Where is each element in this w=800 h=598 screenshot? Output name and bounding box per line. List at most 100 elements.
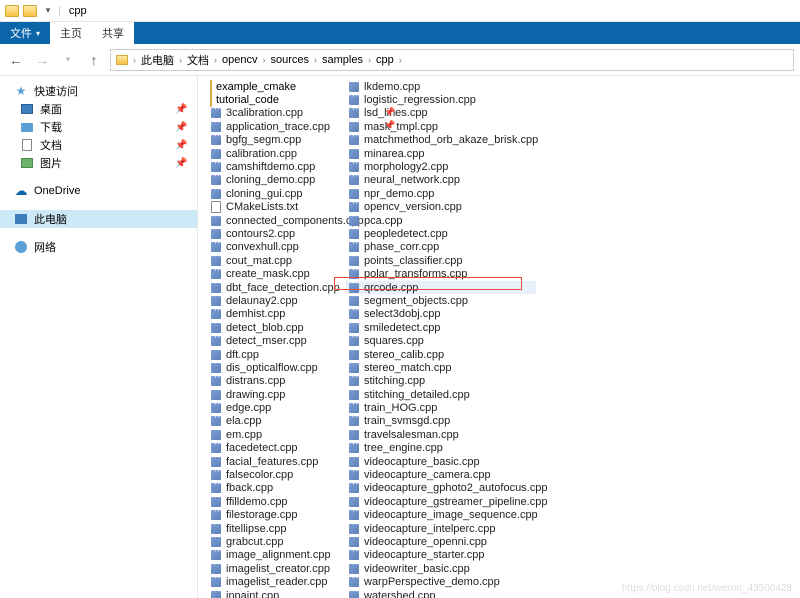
file-item[interactable]: detect_mser.cpp [208, 334, 338, 347]
recent-dropdown-icon[interactable]: ▾ [58, 50, 78, 70]
file-item[interactable]: stitching.cpp [346, 375, 536, 388]
file-item[interactable]: dbt_face_detection.cpp [208, 281, 338, 294]
file-item[interactable]: logistic_regression.cpp [346, 93, 536, 106]
file-item[interactable]: mask_tmpl.cpp [346, 120, 536, 133]
file-item[interactable]: filestorage.cpp [208, 509, 338, 522]
file-item[interactable]: cout_mat.cpp [208, 254, 338, 267]
file-item[interactable]: ela.cpp [208, 415, 338, 428]
file-item[interactable]: train_HOG.cpp [346, 401, 536, 414]
breadcrumb-segment[interactable]: cpp [373, 54, 397, 66]
file-item[interactable]: facial_features.cpp [208, 455, 338, 468]
breadcrumb-segment[interactable]: samples [319, 54, 366, 66]
sidebar-quick-item[interactable]: 图片📌 [0, 154, 197, 172]
file-item[interactable]: videocapture_gphoto2_autofocus.cpp [346, 482, 536, 495]
file-item[interactable]: camshiftdemo.cpp [208, 160, 338, 173]
file-item[interactable]: cloning_demo.cpp [208, 174, 338, 187]
file-item[interactable]: stereo_calib.cpp [346, 348, 536, 361]
tab-home[interactable]: 主页 [50, 22, 92, 44]
file-item[interactable]: example_cmake [208, 80, 338, 93]
file-item[interactable]: neural_network.cpp [346, 174, 536, 187]
sidebar-onedrive[interactable]: ☁OneDrive [0, 182, 197, 200]
file-item[interactable]: detect_blob.cpp [208, 321, 338, 334]
file-item[interactable]: peopledetect.cpp [346, 227, 536, 240]
file-item[interactable]: qrcode.cpp [346, 281, 536, 294]
file-item[interactable]: 3calibration.cpp [208, 107, 338, 120]
file-item[interactable]: videocapture_image_sequence.cpp [346, 509, 536, 522]
file-item[interactable]: travelsalesman.cpp [346, 428, 536, 441]
file-item[interactable]: videocapture_intelperc.cpp [346, 522, 536, 535]
file-item[interactable]: npr_demo.cpp [346, 187, 536, 200]
file-item[interactable]: points_classifier.cpp [346, 254, 536, 267]
file-item[interactable]: facedetect.cpp [208, 442, 338, 455]
sidebar-quick-item[interactable]: 文档📌 [0, 136, 197, 154]
sidebar-quick-access[interactable]: ★快速访问 [0, 82, 197, 100]
file-item[interactable]: smiledetect.cpp [346, 321, 536, 334]
file-item[interactable]: watershed.cpp [346, 589, 536, 598]
file-item[interactable]: lkdemo.cpp [346, 80, 536, 93]
forward-button[interactable]: → [32, 50, 52, 70]
file-item[interactable]: warpPerspective_demo.cpp [346, 575, 536, 588]
sidebar-quick-item[interactable]: 下载📌 [0, 118, 197, 136]
file-item[interactable]: ffilldemo.cpp [208, 495, 338, 508]
qat-dropdown-icon[interactable]: ▾ [40, 3, 56, 19]
file-item[interactable]: fback.cpp [208, 482, 338, 495]
file-item[interactable]: imagelist_creator.cpp [208, 562, 338, 575]
file-item[interactable]: delaunay2.cpp [208, 294, 338, 307]
file-item[interactable]: application_trace.cpp [208, 120, 338, 133]
file-item[interactable]: inpaint.cpp [208, 589, 338, 598]
file-item[interactable]: bgfg_segm.cpp [208, 134, 338, 147]
file-item[interactable]: phase_corr.cpp [346, 241, 536, 254]
sidebar-this-pc[interactable]: 此电脑 [0, 210, 197, 228]
breadcrumb-segment[interactable]: sources [267, 54, 312, 66]
file-item[interactable]: connected_components.cpp [208, 214, 338, 227]
file-item[interactable]: videocapture_basic.cpp [346, 455, 536, 468]
sidebar-quick-item[interactable]: 桌面📌 [0, 100, 197, 118]
file-item[interactable]: tree_engine.cpp [346, 442, 536, 455]
file-item[interactable]: pca.cpp [346, 214, 536, 227]
file-item[interactable]: CMakeLists.txt [208, 201, 338, 214]
file-item[interactable]: image_alignment.cpp [208, 549, 338, 562]
file-item[interactable]: videocapture_camera.cpp [346, 468, 536, 481]
file-item[interactable]: drawing.cpp [208, 388, 338, 401]
file-item[interactable]: train_svmsgd.cpp [346, 415, 536, 428]
file-item[interactable]: falsecolor.cpp [208, 468, 338, 481]
tab-file[interactable]: 文件▾ [0, 22, 50, 44]
file-item[interactable]: demhist.cpp [208, 308, 338, 321]
file-item[interactable]: videocapture_starter.cpp [346, 549, 536, 562]
file-item[interactable]: minarea.cpp [346, 147, 536, 160]
breadcrumb-segment[interactable]: opencv [219, 54, 260, 66]
file-item[interactable]: dft.cpp [208, 348, 338, 361]
file-item[interactable]: videocapture_gstreamer_pipeline.cpp [346, 495, 536, 508]
file-item[interactable]: distrans.cpp [208, 375, 338, 388]
address-bar[interactable]: › 此电脑›文档›opencv›sources›samples›cpp› [110, 49, 794, 71]
file-item[interactable]: videowriter_basic.cpp [346, 562, 536, 575]
file-item[interactable]: videocapture_openni.cpp [346, 535, 536, 548]
sidebar-network[interactable]: 网络 [0, 238, 197, 256]
file-item[interactable]: tutorial_code [208, 93, 338, 106]
up-button[interactable]: ↑ [84, 50, 104, 70]
tab-share[interactable]: 共享 [92, 22, 134, 44]
file-item[interactable]: squares.cpp [346, 334, 536, 347]
file-item[interactable]: create_mask.cpp [208, 267, 338, 280]
file-item[interactable]: polar_transforms.cpp [346, 267, 536, 280]
file-item[interactable]: edge.cpp [208, 401, 338, 414]
file-item[interactable]: dis_opticalflow.cpp [208, 361, 338, 374]
file-item[interactable]: matchmethod_orb_akaze_brisk.cpp [346, 134, 536, 147]
breadcrumb-segment[interactable]: 文档 [184, 52, 212, 68]
file-item[interactable]: contours2.cpp [208, 227, 338, 240]
file-item[interactable]: fitellipse.cpp [208, 522, 338, 535]
file-item[interactable]: grabcut.cpp [208, 535, 338, 548]
file-item[interactable]: em.cpp [208, 428, 338, 441]
file-item[interactable]: lsd_lines.cpp [346, 107, 536, 120]
file-item[interactable]: segment_objects.cpp [346, 294, 536, 307]
back-button[interactable]: ← [6, 50, 26, 70]
file-item[interactable]: calibration.cpp [208, 147, 338, 160]
file-item[interactable]: cloning_gui.cpp [208, 187, 338, 200]
breadcrumb-segment[interactable]: 此电脑 [138, 52, 177, 68]
file-item[interactable]: convexhull.cpp [208, 241, 338, 254]
file-item[interactable]: imagelist_reader.cpp [208, 575, 338, 588]
file-item[interactable]: select3dobj.cpp [346, 308, 536, 321]
file-item[interactable]: morphology2.cpp [346, 160, 536, 173]
file-item[interactable]: stitching_detailed.cpp [346, 388, 536, 401]
file-item[interactable]: stereo_match.cpp [346, 361, 536, 374]
